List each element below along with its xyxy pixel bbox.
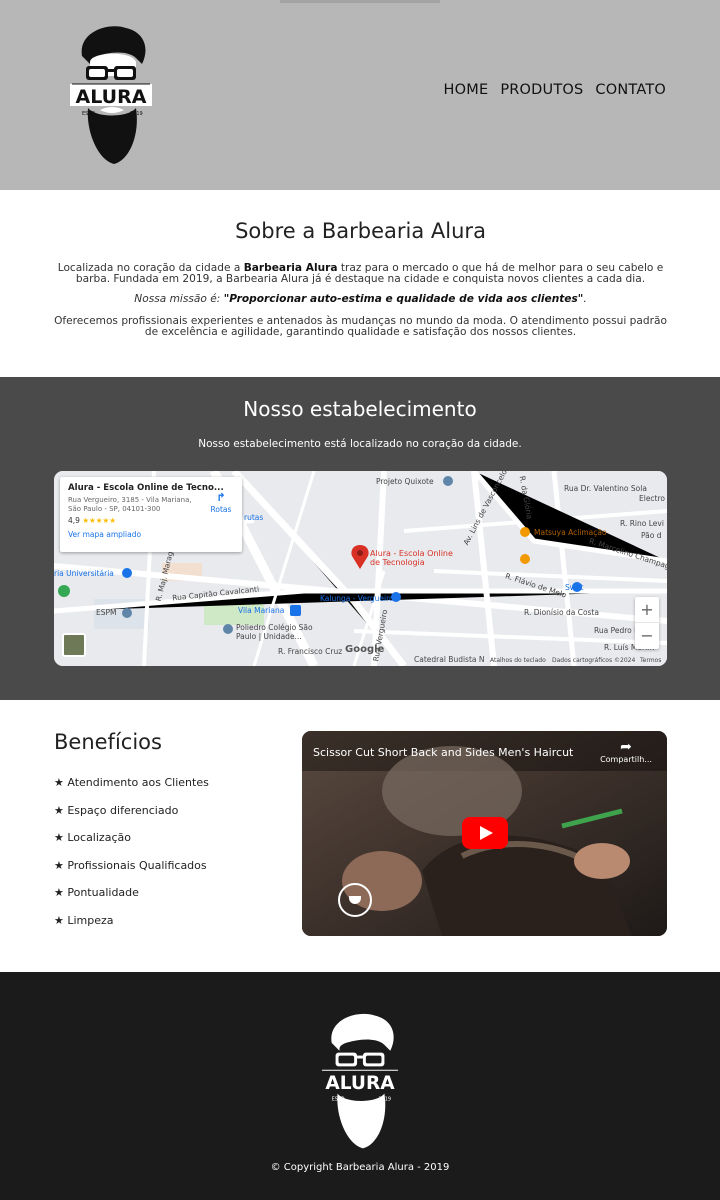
footer-copyright: © Copyright Barbearia Alura - 2019 <box>270 1162 450 1173</box>
map-label-rino: R. Rino Levi <box>620 519 664 528</box>
footer-logo-est-text: ESTD <box>332 1097 345 1103</box>
map-label-kalunga: Kalunga - Vergueiro <box>320 594 394 603</box>
map-label-valentino: Rua Dr. Valentino Sola <box>564 484 647 493</box>
mission-end: . <box>583 293 587 305</box>
benefit-item: ★ Localização <box>54 831 131 844</box>
youtube-video-embed[interactable]: Scissor Cut Short Back and Sides Men's H… <box>302 731 667 936</box>
about-paragraph-team: Oferecemos profissionais experientes e a… <box>54 315 667 338</box>
map-label-catedral: Catedral Budista N <box>414 655 485 664</box>
satellite-toggle[interactable] <box>62 633 86 657</box>
share-button[interactable]: ➦ Compartilh... <box>598 739 654 764</box>
about-mission: Nossa missão é: "Proporcionar auto-estim… <box>54 294 667 305</box>
directions-icon: ↱ <box>216 491 226 504</box>
about-paragraph-intro: Localizada no coração da cidade a Barbea… <box>54 263 667 285</box>
establishment-subtitle: Nosso estabelecimento está localizado no… <box>198 438 522 450</box>
map-label-matsuya: Matsuya Aclimação <box>534 528 607 537</box>
alura-logo[interactable]: ALURA ESTD 2019 <box>68 22 154 166</box>
map-place-card: Alura - Escola Online de Tecno... Rua Ve… <box>60 477 242 552</box>
nav-produtos-link[interactable]: PRODUTOS <box>500 82 583 98</box>
benefit-item: ★ Profissionais Qualificados <box>54 858 207 872</box>
youtube-play-button[interactable] <box>462 817 508 849</box>
header: ALURA ESTD 2019 HOME PRODUTOS CONTATO <box>0 0 720 190</box>
zoom-in-button[interactable]: + <box>635 597 659 623</box>
map-label-electro: Electro <box>639 494 666 503</box>
header-top-bar <box>280 0 440 3</box>
footer-logo-year-text: 2019 <box>379 1097 391 1103</box>
map-label-espm: ESPM <box>96 608 117 617</box>
rating-value: 4,9 <box>68 516 80 525</box>
benefits-list: ★ Atendimento aos Clientes ★ Espaço dife… <box>54 774 209 939</box>
map-label-dionisio: R. Dionísio da Costa <box>524 608 599 617</box>
benefit-item: ★ Pontualidade <box>54 886 139 899</box>
footer-logo-brand-text: ALURA <box>325 1073 395 1094</box>
benefits-title: Benefícios <box>54 730 162 754</box>
video-title[interactable]: Scissor Cut Short Back and Sides Men's H… <box>313 746 573 759</box>
logo-brand-text: ALURA <box>76 86 147 108</box>
zoom-controls: + − <box>635 597 659 649</box>
view-larger-map-link[interactable]: Ver mapa ampliado <box>68 530 234 539</box>
footer: ALURA ESTD 2019 © Copyright Barbearia Al… <box>0 972 720 1200</box>
channel-avatar-icon[interactable] <box>338 883 372 917</box>
google-map-embed[interactable]: Projeto Quixote Rua Dr. Valentino Sola E… <box>54 471 667 666</box>
rating-stars: ★★★★★ <box>82 516 116 525</box>
footer-alura-logo: ALURA ESTD 2019 <box>319 1013 401 1149</box>
share-label: Compartilh... <box>600 755 652 764</box>
about-title: Sobre a Barbearia Alura <box>235 219 486 243</box>
directions-button[interactable]: ↱ Rotas <box>208 486 234 514</box>
keyboard-shortcuts-link[interactable]: Atalhos do teclado <box>490 657 546 664</box>
logo-est-text: ESTD <box>82 111 95 117</box>
share-icon: ➦ <box>620 739 632 755</box>
place-address: Rua Vergueiro, 3185 - Vila Mariana, São … <box>68 496 192 513</box>
benefit-item: ★ Limpeza <box>54 913 114 927</box>
benefit-item: ★ Espaço diferenciado <box>54 803 179 817</box>
logo-year-text: 2019 <box>130 111 143 117</box>
main-nav: HOME PRODUTOS CONTATO <box>444 82 666 98</box>
place-rating: 4,9 ★★★★★ <box>68 516 234 525</box>
establishment-section: Nosso estabelecimento Nosso estabelecime… <box>0 377 720 700</box>
map-label-pao: Pão d <box>641 531 662 540</box>
directions-label: Rotas <box>210 505 232 514</box>
benefit-item: ★ Atendimento aos Clientes <box>54 776 209 789</box>
mission-label: Nossa missão é: <box>134 293 224 305</box>
map-label-francisco: R. Francisco Cruz <box>278 647 343 656</box>
nav-contato-link[interactable]: CONTATO <box>595 82 666 98</box>
map-data-attribution: Dados cartográficos ©2024 <box>552 657 636 664</box>
map-label-poliedro: Poliedro Colégio São Paulo | Unidade... <box>236 623 313 641</box>
zoom-out-button[interactable]: − <box>635 623 659 649</box>
map-label-projeto: Projeto Quixote <box>376 477 434 486</box>
mission-quote: "Proporcionar auto-estima e qualidade de… <box>223 293 584 305</box>
map-label-frutas: rutas <box>244 513 264 522</box>
map-label-vila: Vila Mariana <box>238 606 285 615</box>
nav-home-link[interactable]: HOME <box>444 82 489 98</box>
google-logo: Google <box>345 644 385 655</box>
map-label-universitaria: ria Universitária <box>54 569 114 578</box>
benefits-section: Benefícios ★ Atendimento aos Clientes ★ … <box>0 700 720 972</box>
establishment-title: Nosso estabelecimento <box>243 397 477 421</box>
map-label-swift: Swift <box>565 583 584 592</box>
map-pin-label[interactable]: Alura - Escola Online de Tecnologia <box>370 549 462 567</box>
about-section: Sobre a Barbearia Alura Localizada no co… <box>54 190 667 377</box>
terms-link[interactable]: Termos <box>640 657 661 664</box>
